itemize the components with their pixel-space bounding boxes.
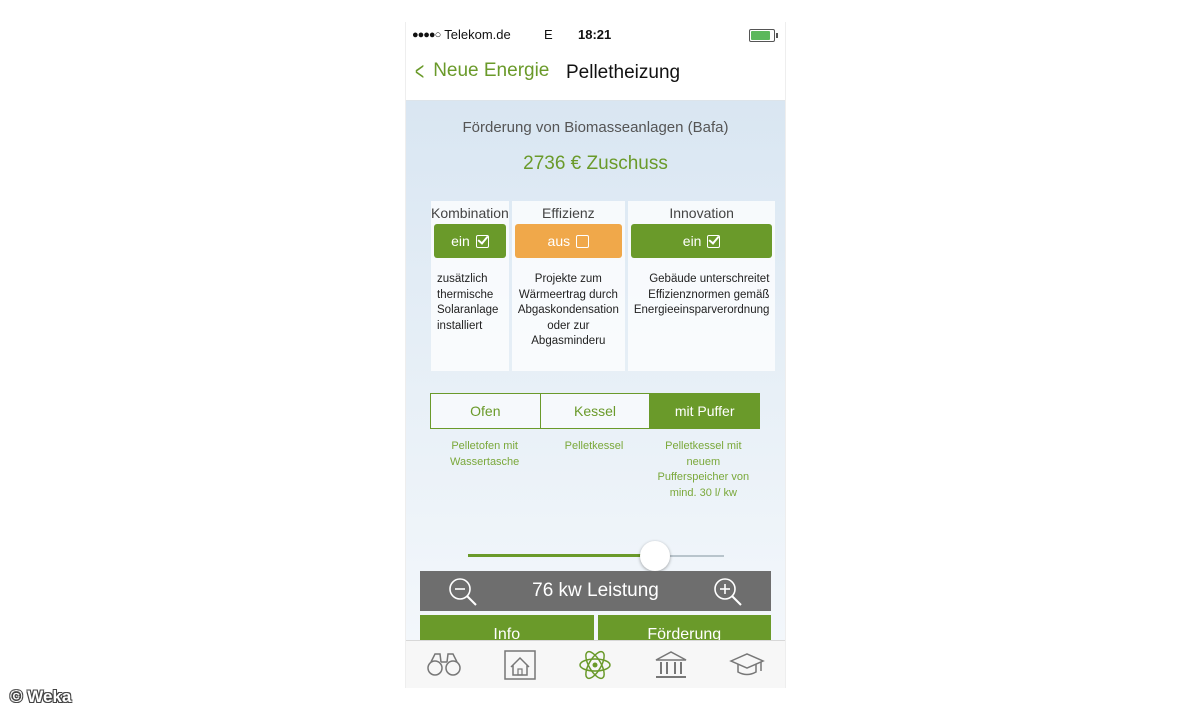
graduation-cap-icon [729,653,765,676]
option-description: zusätzlich thermische Solaranlage instal… [437,273,499,332]
innovation-toggle[interactable]: ein [630,224,773,258]
slider-thumb[interactable] [639,541,670,571]
segment-descriptions: Pelletofen mit Wassertasche Pelletkessel… [430,439,758,501]
option-title: Innovation [669,205,734,221]
subsidy-amount: 2736 € Zuschuss [523,153,668,174]
checkbox-checked-icon [475,234,489,248]
checkbox-empty-icon [576,234,590,248]
segment-description: Pelletkessel [564,440,624,452]
toggle-label: ein [451,233,470,249]
carrier-name: Telekom.de [444,27,511,42]
option-cards: Kombination ein zusätzlich thermische So… [431,201,776,371]
kombination-toggle[interactable]: ein [434,224,506,258]
main-content: Förderung von Biomasseanlagen (Bafa) 273… [406,101,785,655]
tab-bar [406,640,785,688]
option-card-kombination: Kombination ein zusätzlich thermische So… [431,201,509,371]
option-description: Projekte zum Wärmeertrag durch Abgaskond… [517,273,619,347]
network-type: E [544,27,553,42]
binoculars-icon [427,653,461,676]
back-label: Neue Energie [433,60,550,81]
option-title: Effizienz [542,205,595,221]
option-card-innovation: Innovation ein Gebäude unterschreitet Ef… [627,201,776,371]
effizienz-toggle[interactable]: aus [514,224,622,258]
power-label: 76 kw Leistung [532,580,659,601]
phone-screen: ●●●●○ Telekom.de E 18:21 < Neue Energie … [405,22,786,688]
atom-icon [579,650,612,680]
segment-mit-puffer[interactable]: mit Puffer [650,394,760,428]
signal-icon: ●●●●○ [412,28,441,41]
segment-ofen[interactable]: Ofen [431,394,541,428]
watermark: © Weka [10,687,72,706]
chevron-left-icon: < [415,56,425,86]
toggle-label: ein [682,233,702,249]
option-description: Gebäude unterschreitet Effizienznormen g… [633,273,770,316]
zoom-in-icon[interactable] [713,577,743,607]
carrier-info: ●●●●○ Telekom.de [412,27,511,42]
power-bar: 76 kw Leistung [420,571,771,611]
bank-icon [655,651,687,678]
segment-kessel[interactable]: Kessel [541,394,651,428]
power-slider[interactable] [468,541,724,571]
heater-type-segmented-control: Ofen Kessel mit Puffer [430,393,760,429]
battery-icon [749,29,778,42]
tab-bank[interactable] [651,649,691,683]
tab-education[interactable] [727,649,767,683]
tab-binoculars[interactable] [424,649,464,683]
house-icon [503,650,536,680]
segment-description: Pelletkessel mit neuem Pufferspeicher vo… [657,440,750,499]
back-button[interactable]: < Neue Energie [412,56,550,86]
status-time: 18:21 [578,27,612,42]
option-card-effizienz: Effizienz aus Projekte zum Wärmeertrag d… [511,201,625,371]
toggle-label: aus [547,233,571,249]
tab-house[interactable] [500,649,540,683]
tab-energy[interactable] [575,649,615,683]
checkbox-checked-icon [707,234,721,248]
page-title: Pelletheizung [566,62,681,83]
status-bar: ●●●●○ Telekom.de E 18:21 [406,22,785,48]
option-title: Kombination [431,205,509,221]
segment-description: Pelletofen mit Wassertasche [450,440,520,468]
zoom-out-icon[interactable] [448,577,478,607]
subsidy-title: Förderung von Biomasseanlagen (Bafa) [462,119,729,136]
navigation-bar: < Neue Energie Pelletheizung [406,48,785,101]
slider-fill [468,554,655,557]
